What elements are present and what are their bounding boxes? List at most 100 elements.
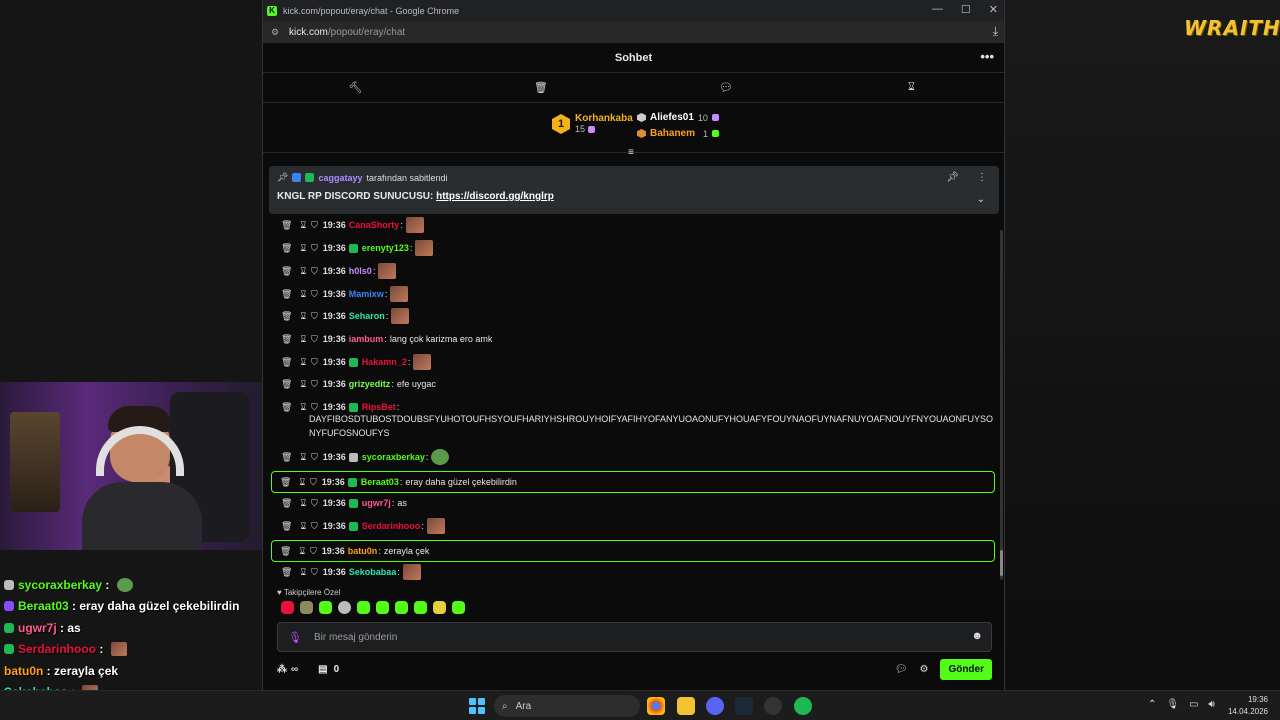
mod-shield-icon[interactable]: ⛉	[311, 311, 318, 322]
site-settings-icon[interactable]: ⚙	[271, 27, 283, 38]
emote-quick-4[interactable]	[338, 601, 351, 614]
emote-quick-3[interactable]	[319, 601, 332, 614]
leaderboard-third[interactable]: Bahanem 1	[637, 128, 720, 139]
discord-app-icon[interactable]	[706, 697, 724, 715]
face-emote[interactable]	[426, 518, 445, 534]
message-username[interactable]: Seharon	[349, 311, 385, 321]
delete-message-trash-icon[interactable]: 🗑︎	[281, 402, 292, 413]
taskbar-search[interactable]: ⌕ Ara	[494, 695, 640, 717]
emote-quick-1[interactable]	[281, 601, 294, 614]
delete-message-trash-icon[interactable]: 🗑︎	[281, 357, 292, 368]
face-emote[interactable]	[405, 217, 424, 233]
mod-shield-icon[interactable]: ⛉	[311, 498, 318, 509]
mod-shield-icon[interactable]: ⛉	[311, 452, 318, 463]
delete-message-trash-icon[interactable]: 🗑︎	[281, 334, 292, 345]
mod-shield-icon[interactable]: ⛉	[310, 546, 317, 557]
expand-chevron-icon[interactable]: ⌄	[977, 194, 985, 205]
message-username[interactable]: RipsBet	[362, 402, 396, 412]
message-username[interactable]: h0ls0	[349, 266, 372, 276]
message-username[interactable]: Mamixw	[349, 289, 384, 299]
emote-quick-5[interactable]	[357, 601, 370, 614]
file-explorer-icon[interactable]	[677, 697, 695, 715]
tray-chevron-icon[interactable]: ⌃	[1148, 699, 1156, 710]
steam-app-icon[interactable]	[735, 697, 753, 715]
obs-app-icon[interactable]	[764, 697, 782, 715]
minimize-button[interactable]: —	[932, 3, 943, 16]
delete-message-trash-icon[interactable]: 🗑︎	[280, 546, 291, 557]
timeout-hourglass-icon[interactable]: ⌛︎	[299, 477, 305, 488]
timeout-hourglass-icon[interactable]: ⌛︎	[300, 334, 306, 345]
scroll-down-chevron-icon[interactable]: ≡	[628, 147, 634, 158]
pin-menu-icon[interactable]: ⋮	[977, 172, 987, 183]
leaderboard-second[interactable]: Aliefes01 10	[637, 112, 719, 123]
window-titlebar[interactable]: K kick.com/popout/eray/chat - Google Chr…	[263, 0, 1004, 21]
delete-message-trash-icon[interactable]: 🗑︎	[281, 521, 292, 532]
emote-quick-6[interactable]	[376, 601, 389, 614]
message-username[interactable]: grizyeditz	[349, 379, 391, 389]
mod-shield-icon[interactable]: ⛉	[311, 379, 318, 390]
emoji-picker-icon[interactable]: ☻	[971, 630, 983, 642]
tray-monitor-icon[interactable]: ▭	[1189, 699, 1198, 710]
timeout-hourglass-icon[interactable]: ⌛︎	[300, 220, 306, 231]
mod-shield-icon[interactable]: ⛉	[311, 243, 318, 254]
mod-shield-icon[interactable]: ⛉	[311, 220, 318, 231]
mod-shield-icon[interactable]: ⛉	[311, 289, 318, 300]
message-username[interactable]: batu0n	[348, 546, 378, 556]
delete-message-trash-icon[interactable]: 🗑︎	[281, 452, 292, 463]
emote-quick-7[interactable]	[395, 601, 408, 614]
face-emote[interactable]	[402, 564, 421, 580]
mod-shield-icon[interactable]: ⛉	[310, 477, 317, 488]
close-button[interactable]: ✕	[989, 3, 998, 16]
message-input[interactable]: 🎙︎ Bir mesaj gönderin ☻	[277, 622, 992, 652]
pinned-by-user[interactable]: caggatayy	[318, 173, 362, 183]
face-emote[interactable]	[415, 240, 434, 256]
timeout-hourglass-icon[interactable]: ⌛︎	[300, 266, 306, 277]
chat-message[interactable]: 🗑︎ ⌛︎ ⛉ 19:36 Sekobabaa:	[273, 561, 997, 583]
chat-message[interactable]: 🗑︎ ⌛︎ ⛉ 19:36 ugwr7j: as	[273, 492, 997, 514]
message-username[interactable]: Sekobabaa	[349, 567, 397, 577]
download-icon[interactable]: ⤓	[993, 24, 998, 39]
mod-shield-icon[interactable]: ⛉	[311, 521, 318, 532]
leaderboard-first[interactable]: 1 Korhankaba 15	[552, 113, 633, 135]
chat-message[interactable]: 🗑︎ ⌛︎ ⛉ 19:36 erenyty123:	[273, 237, 997, 259]
delete-message-trash-icon[interactable]: 🗑︎	[281, 498, 292, 509]
timeout-hourglass-icon[interactable]: ⌛︎	[300, 243, 306, 254]
face-emote[interactable]	[378, 263, 397, 279]
chat-message[interactable]: 🗑︎ ⌛︎ ⛉ 19:36 sycoraxberkay:	[273, 446, 997, 468]
chrome-app-icon[interactable]	[647, 697, 665, 715]
timeout-hourglass-icon[interactable]: ⌛︎	[300, 567, 306, 578]
message-username[interactable]: iambum	[349, 334, 384, 344]
timeout-hourglass-icon[interactable]: ⌛︎	[300, 357, 306, 368]
chat-mode-icon[interactable]: 💬︎	[716, 81, 736, 94]
chat-message[interactable]: 🗑︎ ⌛︎ ⛉ 19:36 Beraat03: eray daha güzel çekeb…	[271, 471, 995, 493]
emote-quick-9[interactable]	[433, 601, 446, 614]
microphone-icon[interactable]: 🎙︎	[288, 631, 302, 644]
maximize-button[interactable]: ☐	[961, 3, 971, 16]
timeout-hourglass-icon[interactable]: ⌛︎	[299, 546, 305, 557]
spotify-app-icon[interactable]	[794, 697, 812, 715]
timeout-hourglass-icon[interactable]: ⌛︎	[300, 521, 306, 532]
message-username[interactable]: Serdarinhooo	[362, 521, 421, 531]
face-emote[interactable]	[413, 354, 432, 370]
message-username[interactable]: CanaShorty	[349, 220, 400, 230]
timeout-hourglass-icon[interactable]: ⌛︎	[300, 311, 306, 322]
channel-points[interactable]: ⁂ ∞	[277, 664, 298, 675]
unpin-icon[interactable]: 📌︎	[946, 172, 959, 183]
settings-gear-icon[interactable]: ⚙	[919, 664, 928, 675]
timeout-hourglass-icon[interactable]: ⌛︎	[300, 498, 306, 509]
tray-volume-icon[interactable]: 🔊︎	[1209, 699, 1215, 710]
windows-start-icon[interactable]	[469, 698, 485, 714]
mod-shield-icon[interactable]: ⛉	[311, 402, 318, 413]
chat-message[interactable]: 🗑︎ ⌛︎ ⛉ 19:36 Hakamn_2:	[273, 351, 997, 373]
face-emote[interactable]	[391, 308, 410, 324]
delete-message-trash-icon[interactable]: 🗑︎	[281, 243, 292, 254]
delete-message-trash-icon[interactable]: 🗑︎	[281, 220, 292, 231]
emote-quick-10[interactable]	[452, 601, 465, 614]
chat-bubble-icon[interactable]: 💬︎	[895, 664, 908, 675]
timeout-hourglass-icon[interactable]: ⌛︎	[300, 289, 306, 300]
message-username[interactable]: Hakamn_2	[362, 357, 407, 367]
mod-shield-icon[interactable]: ⛉	[311, 334, 318, 345]
message-username[interactable]: sycoraxberkay	[362, 452, 425, 462]
chat-message[interactable]: 🗑︎ ⌛︎ ⛉ 19:36 h0ls0:	[273, 260, 997, 282]
chat-message[interactable]: 🗑︎ ⌛︎ ⛉ 19:36 iambum: lang çok karizma ero am…	[273, 328, 997, 350]
